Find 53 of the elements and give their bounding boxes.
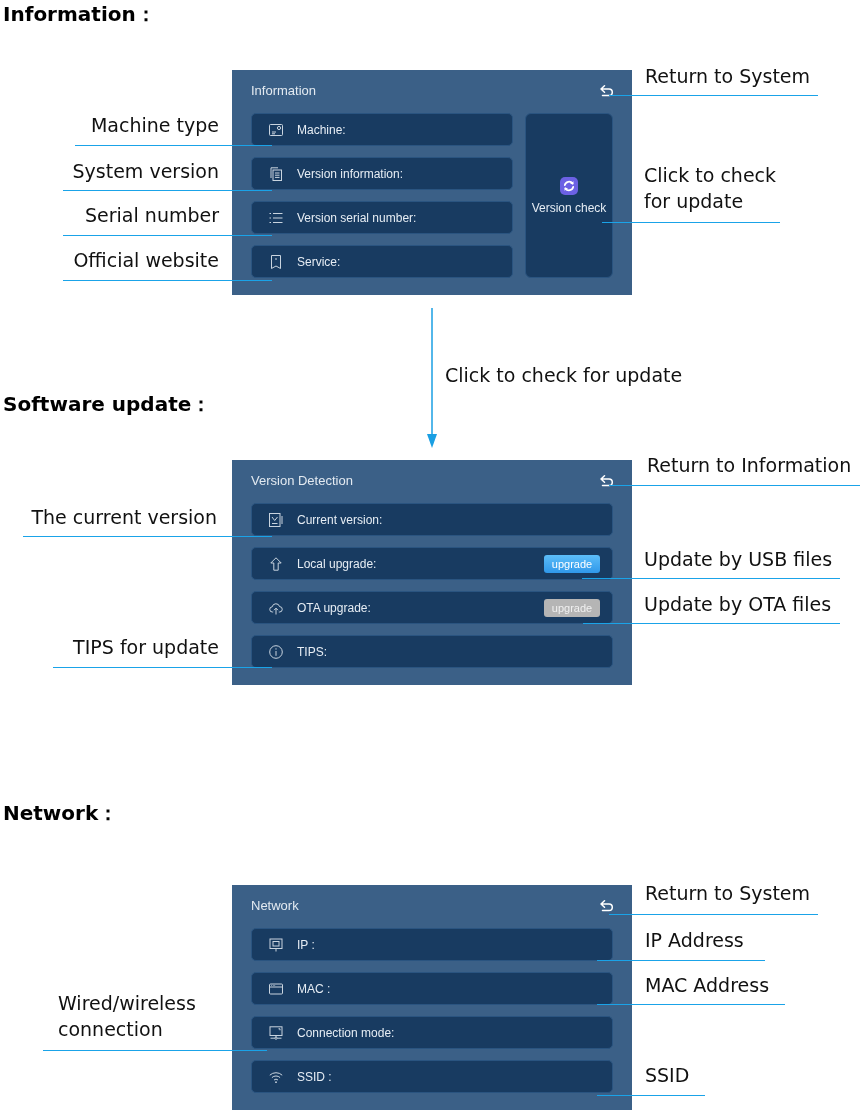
callout-label: IP Address [645, 928, 744, 953]
row-label: OTA upgrade: [297, 600, 371, 615]
panel-title: Network [251, 897, 299, 913]
back-icon[interactable] [600, 899, 614, 912]
wifi-icon [269, 1069, 283, 1084]
callout-label: Official website [73, 248, 219, 273]
row-label: Version information: [297, 166, 404, 181]
row-label: IP : [297, 937, 315, 952]
row-label: Machine: [297, 122, 346, 137]
desktop-icon [269, 1025, 283, 1040]
document-icon [269, 512, 283, 527]
callout-label: Return to System [645, 881, 811, 906]
callout-label: Click to check for update [644, 163, 778, 214]
callout-label: Update by USB files [644, 547, 833, 572]
row-label: Connection mode: [297, 1025, 395, 1040]
callout-label: Return to Information [647, 453, 852, 478]
list-icon [269, 210, 283, 225]
callout-label: SSID [645, 1063, 690, 1088]
callout-label: Update by OTA files [644, 592, 832, 617]
callout-label: Serial number [85, 203, 219, 228]
upgrade-button[interactable]: upgrade [544, 554, 600, 573]
callout-label: TIPS for update [73, 635, 219, 660]
back-icon[interactable] [600, 84, 614, 97]
back-icon[interactable] [600, 474, 614, 487]
info-icon [269, 644, 283, 659]
up-arrow-icon [269, 556, 283, 571]
refresh-icon [560, 176, 578, 195]
callout-label: The current version [31, 505, 217, 530]
card-icon [269, 122, 283, 137]
callout-label: Wired/wireless connection [58, 991, 197, 1042]
row-label: Service: [297, 254, 341, 269]
section-heading: Software update： [2, 391, 212, 418]
documents-icon [269, 166, 283, 181]
version-check-button[interactable]: Version check [525, 113, 613, 278]
browser-window-icon [269, 981, 283, 996]
row-label: TIPS: [297, 644, 327, 659]
callout-label: Return to System [645, 64, 811, 89]
section-heading: Information： [2, 1, 156, 28]
cloud-upload-icon [269, 600, 283, 615]
row-label: MAC : [297, 981, 331, 996]
callout-label: MAC Address [645, 973, 770, 998]
row-label: Local upgrade: [297, 556, 377, 571]
bookmark-icon [269, 254, 283, 269]
row-label: SSID : [297, 1069, 332, 1084]
callout-label: Machine type [90, 113, 219, 138]
callout-label: System version [72, 159, 219, 184]
monitor-icon [269, 937, 283, 952]
section-heading: Network： [2, 800, 119, 827]
arrow-label: Click to check for update [445, 363, 683, 388]
row-label: Current version: [297, 512, 383, 527]
row-label: Version serial number: [297, 210, 417, 225]
panel-title: Version Detection [251, 472, 353, 488]
panel-title: Information [251, 82, 317, 98]
